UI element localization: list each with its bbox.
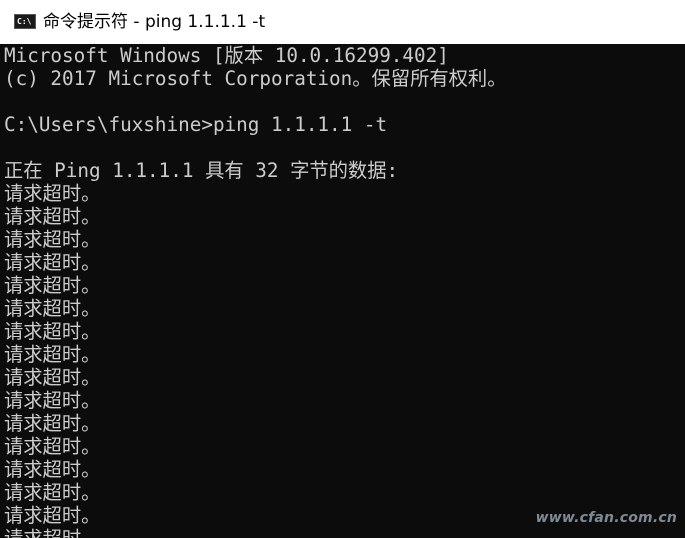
console-line: 请求超时。 <box>4 527 100 538</box>
console-line: 请求超时。 <box>4 412 101 435</box>
console-line: 请求超时。 <box>4 343 101 366</box>
watermark: www.cfan.com.cn <box>535 510 677 526</box>
console-line: 请求超时。 <box>4 389 101 412</box>
console-line: 请求超时。 <box>4 251 101 274</box>
console-line: 请求超时。 <box>4 228 101 251</box>
console-line: Microsoft Windows [版本 10.0.16299.402] <box>4 44 449 67</box>
console-line: 请求超时。 <box>4 205 101 228</box>
console-line: C:\Users\fuxshine>ping 1.1.1.1 -t <box>4 113 388 136</box>
console-line: 正在 Ping 1.1.1.1 具有 32 字节的数据: <box>4 159 399 182</box>
cmd-icon-glyph: C:\ <box>17 17 32 26</box>
console-line: 请求超时。 <box>4 320 101 343</box>
console-line: 请求超时。 <box>4 182 101 205</box>
command-prompt-window[interactable]: C:\ 命令提示符 - ping 1.1.1.1 -t Microsoft Wi… <box>0 0 685 538</box>
console-line: 请求超时。 <box>4 504 101 527</box>
console-line: (c) 2017 Microsoft Corporation。保留所有权利。 <box>4 67 507 90</box>
console-line: 请求超时。 <box>4 366 101 389</box>
console-line: 请求超时。 <box>4 274 101 297</box>
console-line: 请求超时。 <box>4 458 101 481</box>
console-output[interactable]: Microsoft Windows [版本 10.0.16299.402] (c… <box>0 44 685 538</box>
title-bar[interactable]: C:\ 命令提示符 - ping 1.1.1.1 -t <box>0 0 685 44</box>
cmd-icon: C:\ <box>14 14 36 29</box>
console-line: 请求超时。 <box>4 297 101 320</box>
console-line: 请求超时。 <box>4 481 101 504</box>
console-line: 请求超时。 <box>4 435 101 458</box>
window-title: 命令提示符 - ping 1.1.1.1 -t <box>43 12 266 32</box>
